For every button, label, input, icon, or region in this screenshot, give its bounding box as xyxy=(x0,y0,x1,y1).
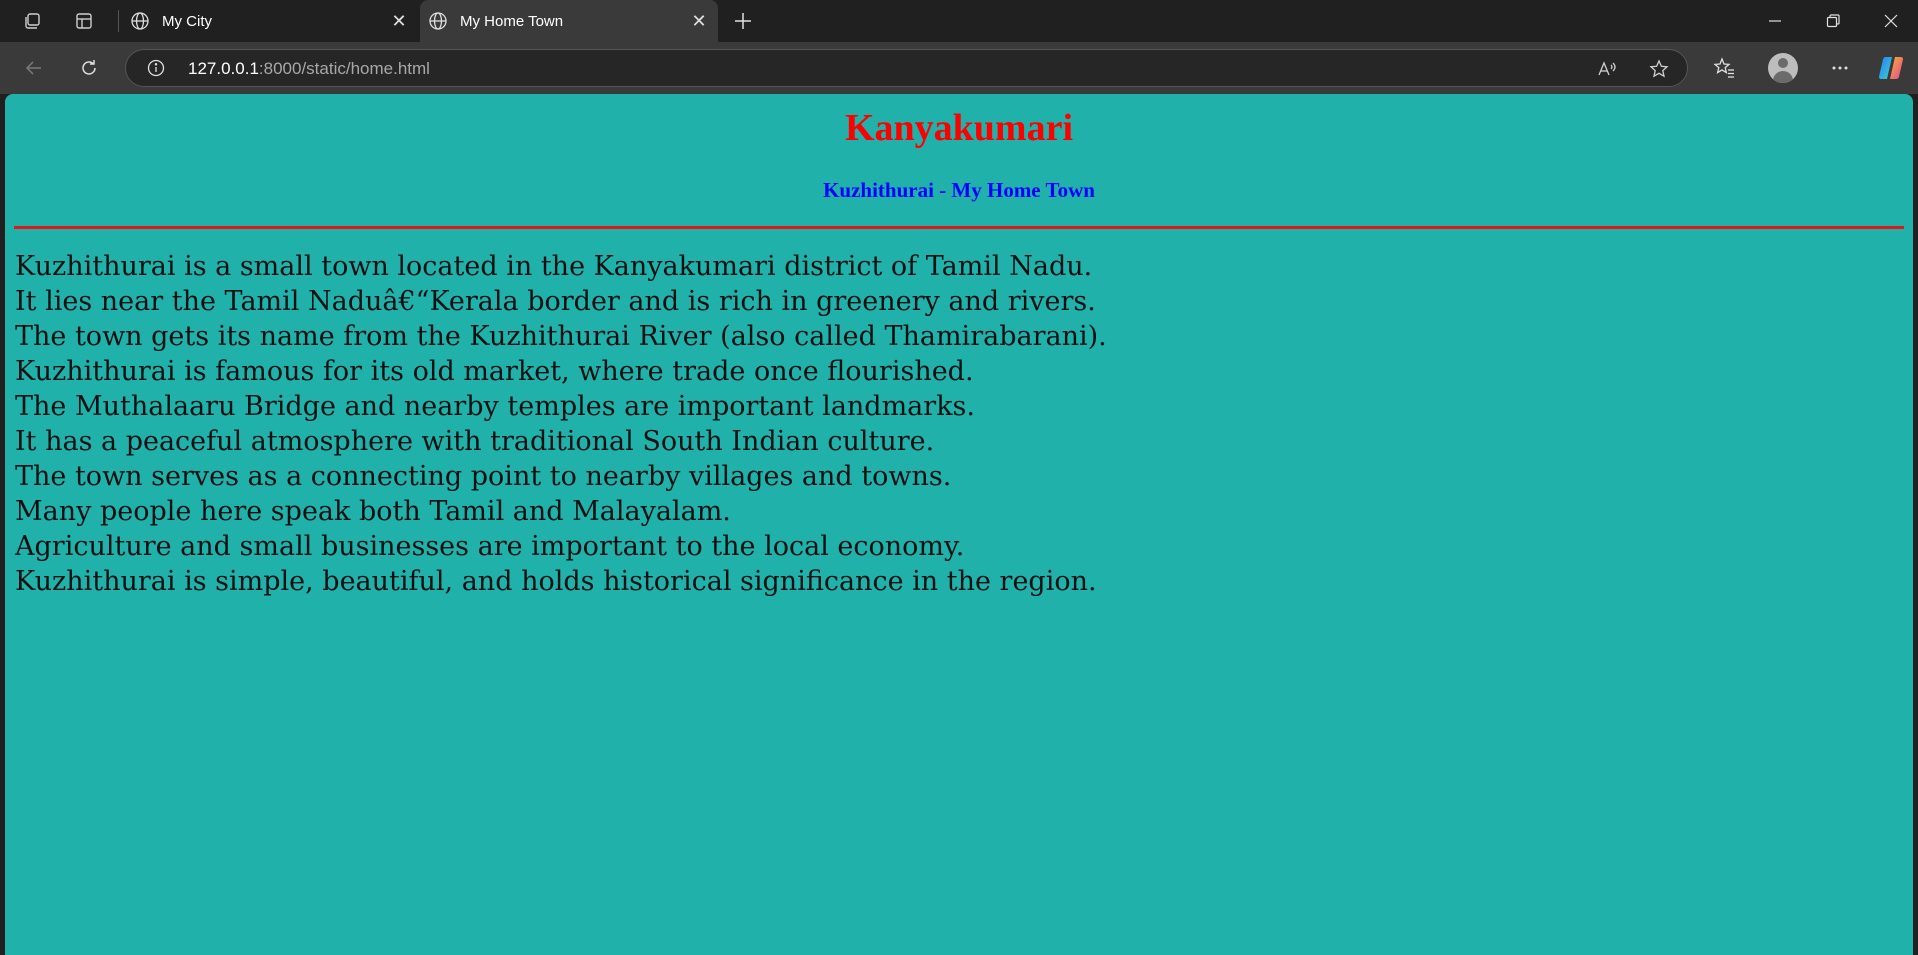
workspaces-icon[interactable] xyxy=(14,6,50,36)
minimize-icon[interactable] xyxy=(1746,0,1804,42)
content-line: The Muthalaaru Bridge and nearby temples… xyxy=(15,391,975,422)
content-paragraph: Kuzhithurai is a small town located in t… xyxy=(15,249,1895,599)
content-line: Kuzhithurai is a small town located in t… xyxy=(15,251,1093,282)
browser-toolbar: 127.0.0.1:8000/static/home.html xyxy=(0,42,1918,94)
page-viewport: Kanyakumari Kuzhithurai - My Home Town K… xyxy=(5,94,1913,955)
tab-my-home-town[interactable]: My Home Town ✕ xyxy=(420,0,718,42)
tab-separator xyxy=(118,10,119,32)
vertical-tabs-icon[interactable] xyxy=(66,6,102,36)
content-line: The town serves as a connecting point to… xyxy=(15,461,952,492)
content-line: The town gets its name from the Kuzhithu… xyxy=(15,321,1107,352)
close-tab-icon[interactable]: ✕ xyxy=(384,6,414,36)
tab-strip: My City ✕ My Home Town ✕ xyxy=(0,0,1918,42)
back-arrow-icon[interactable] xyxy=(16,50,52,86)
content-line: Many people here speak both Tamil and Ma… xyxy=(15,496,731,527)
url-path: :8000/static/home.html xyxy=(258,59,430,78)
refresh-icon[interactable] xyxy=(71,50,107,86)
address-bar[interactable]: 127.0.0.1:8000/static/home.html xyxy=(125,49,1688,87)
close-tab-icon[interactable]: ✕ xyxy=(684,6,714,36)
content-line: Agriculture and small businesses are imp… xyxy=(15,531,965,562)
read-aloud-icon[interactable] xyxy=(1596,58,1618,80)
url-text[interactable]: 127.0.0.1:8000/static/home.html xyxy=(188,59,430,79)
favorite-star-icon[interactable] xyxy=(1648,58,1670,80)
content-line: Kuzhithurai is famous for its old market… xyxy=(15,356,974,387)
restore-icon[interactable] xyxy=(1804,0,1862,42)
close-window-icon[interactable] xyxy=(1862,0,1918,42)
content-line: It has a peaceful atmosphere with tradit… xyxy=(15,426,935,457)
favorites-icon[interactable] xyxy=(1706,50,1742,86)
new-tab-button[interactable] xyxy=(726,6,760,36)
profile-avatar[interactable] xyxy=(1768,53,1798,83)
url-host: 127.0.0.1 xyxy=(188,59,259,78)
copilot-icon[interactable] xyxy=(1877,54,1905,82)
globe-icon xyxy=(128,9,152,33)
content-line: Kuzhithurai is simple, beautiful, and ho… xyxy=(15,566,1097,597)
more-options-icon[interactable] xyxy=(1822,50,1858,86)
horizontal-rule xyxy=(14,226,1904,229)
tab-title: My Home Town xyxy=(460,12,564,30)
page-title: Kanyakumari xyxy=(844,107,1074,149)
tab-title: My City xyxy=(162,12,212,30)
page-subtitle: Kuzhithurai - My Home Town xyxy=(823,178,1095,202)
globe-icon xyxy=(426,9,450,33)
tab-my-city[interactable]: My City ✕ xyxy=(122,0,418,42)
site-info-icon[interactable] xyxy=(146,58,166,78)
content-line: It lies near the Tamil Naduâ€“Kerala bor… xyxy=(15,286,1096,317)
